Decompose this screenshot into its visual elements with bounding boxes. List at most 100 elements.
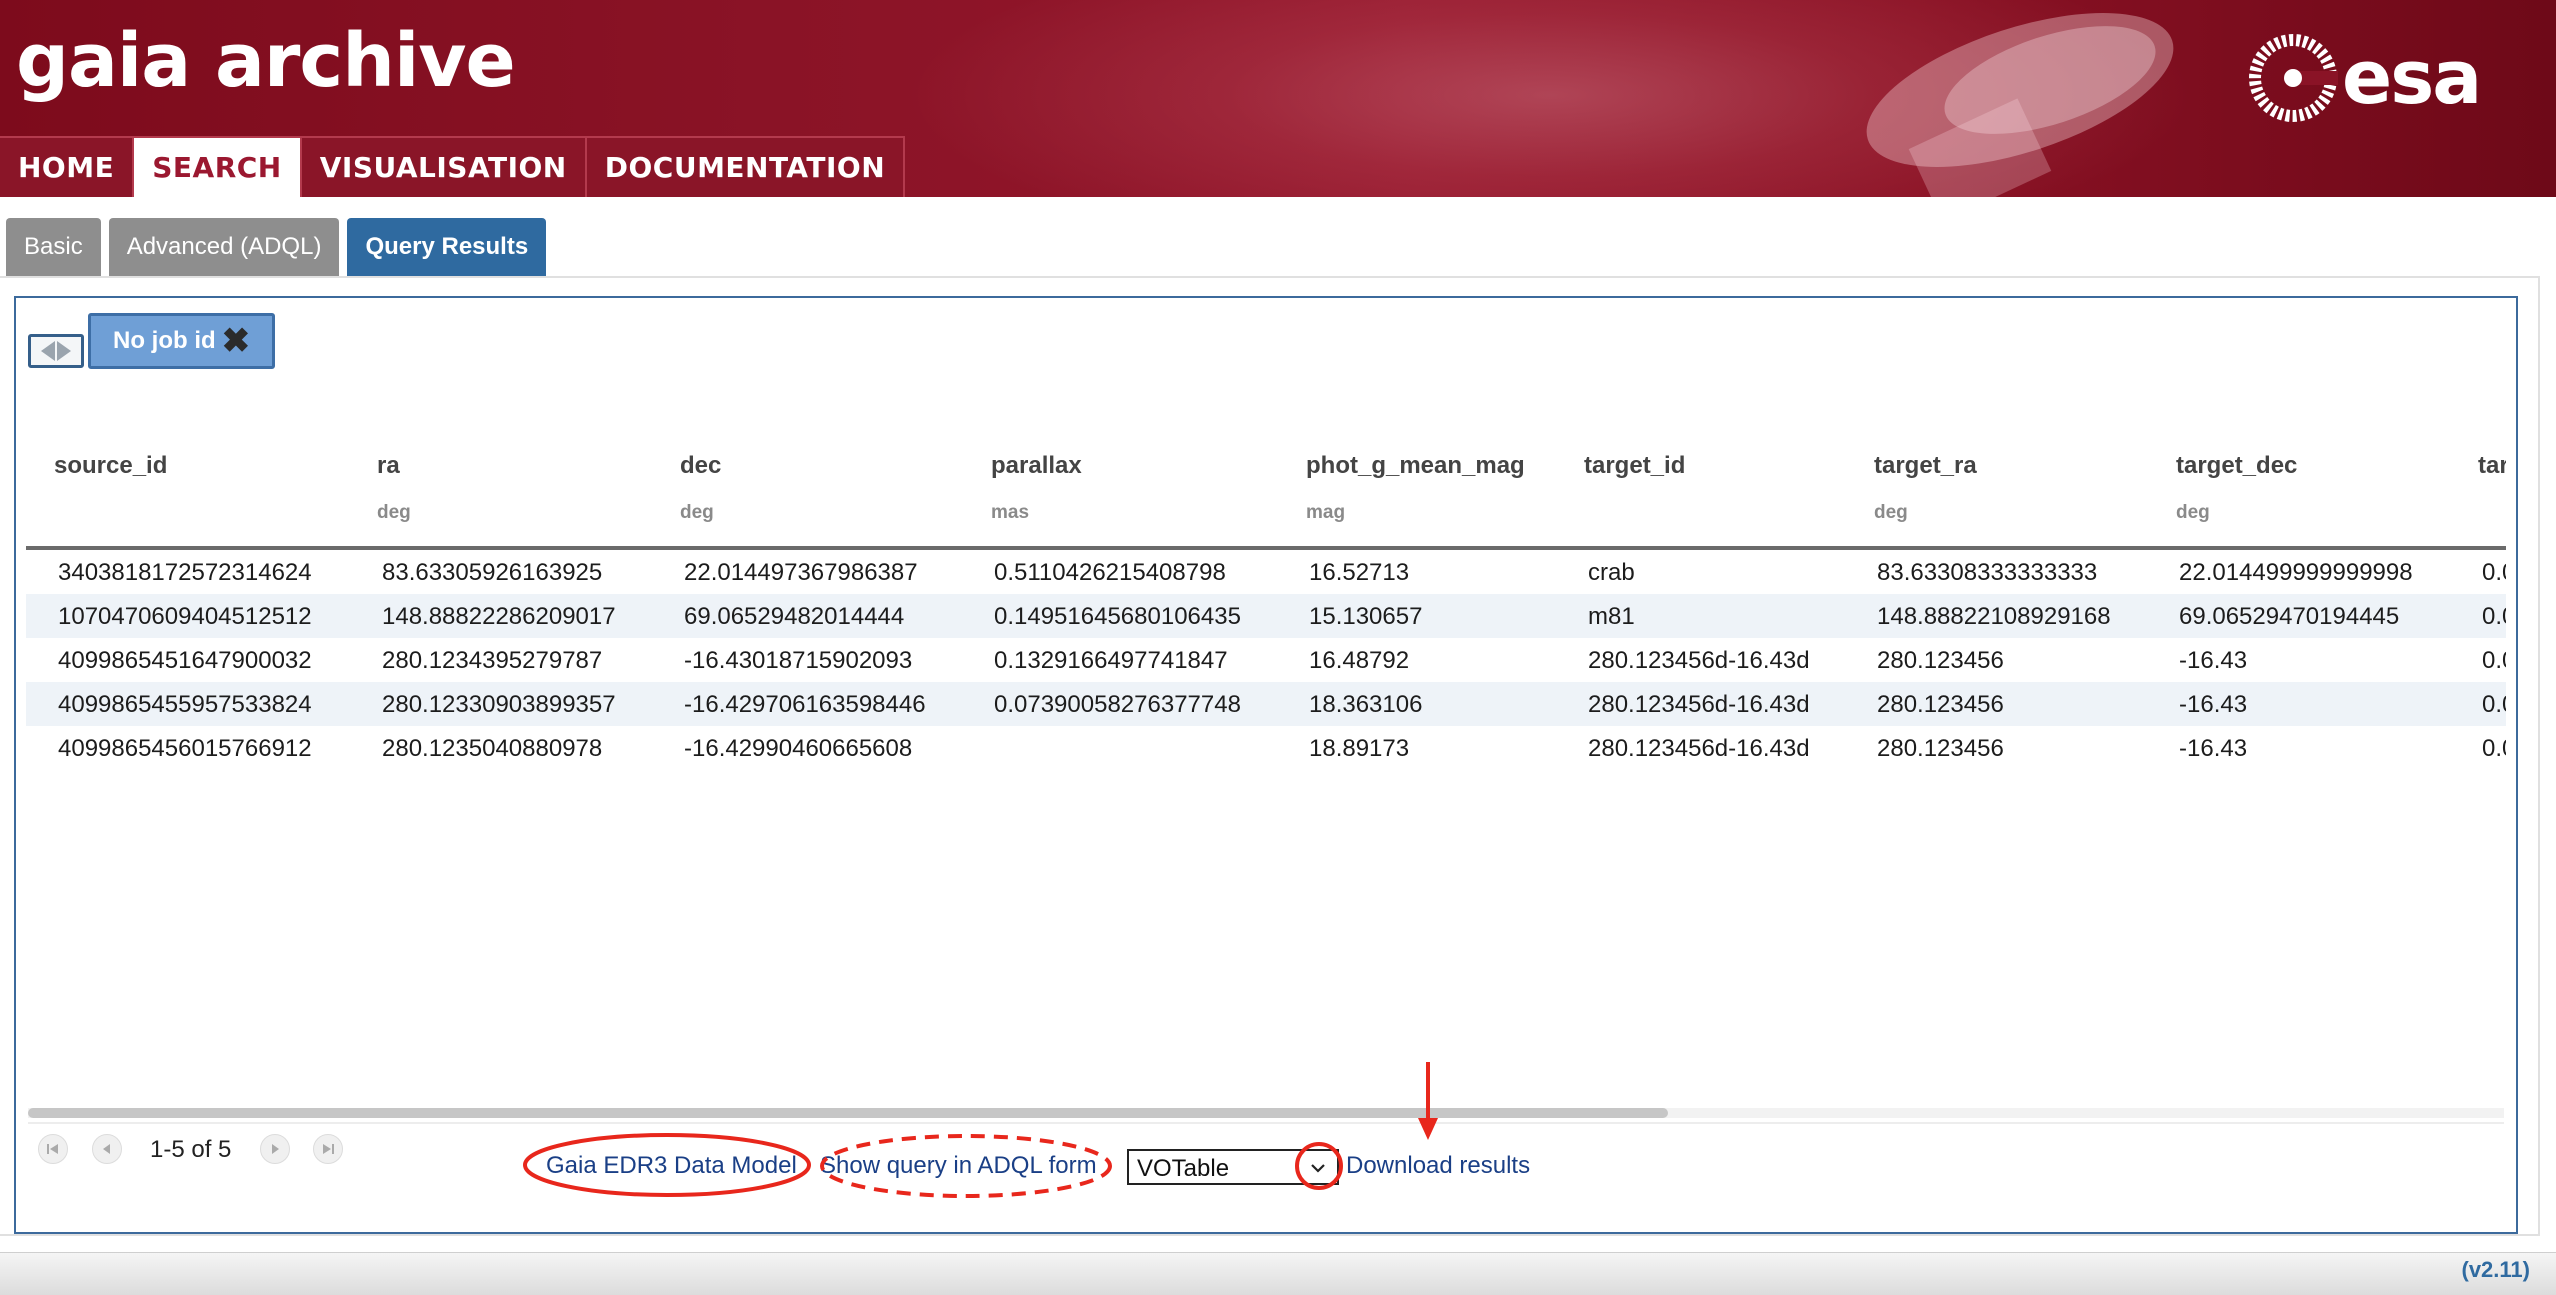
next-page-icon: [272, 1144, 279, 1154]
column-header-parallax[interactable]: parallax mas: [991, 452, 1082, 524]
esa-emblem-icon: [2249, 34, 2338, 122]
footer-bar: [0, 1252, 2556, 1295]
table-cell: 18.89173: [1309, 735, 1410, 762]
table-cell: 280.123456d-16.43d: [1588, 691, 1810, 718]
download-results-link[interactable]: Download results: [1346, 1152, 1530, 1180]
last-page-icon: [323, 1144, 334, 1154]
show-query-adql-link[interactable]: Show query in ADQL form: [820, 1152, 1097, 1180]
table-cell: 22.014497367986387: [684, 559, 918, 586]
table-cell: 0.5110426215408798: [994, 559, 1226, 586]
job-tabs-scroll-control[interactable]: [28, 334, 84, 368]
table-cell: 16.48792: [1309, 647, 1410, 674]
table-cell: -16.43: [2179, 691, 2248, 718]
format-select[interactable]: VOTable: [1127, 1149, 1339, 1185]
tab-query-results[interactable]: Query Results: [347, 218, 547, 276]
column-header-ra[interactable]: ra deg: [377, 452, 411, 524]
esa-text: esa: [2342, 35, 2482, 121]
table-body: 3403818172572314624 83.63305926163925 22.0…: [26, 550, 2506, 770]
column-header-target-ra[interactable]: target_ra deg: [1874, 452, 1977, 524]
table-row[interactable]: 4099865455957533824 280.12330903899357 -16…: [26, 682, 2506, 726]
column-header-target-dec[interactable]: target_dec deg: [2176, 452, 2297, 524]
table-cell: -16.43018715902093: [684, 647, 913, 674]
divider: [28, 1122, 2504, 1124]
table-cell: m81: [1588, 603, 1635, 630]
table-cell: 280.123456: [1877, 691, 2004, 718]
table-row[interactable]: 1070470609404512512 148.88822286209017 69.…: [26, 594, 2506, 638]
chevron-down-icon[interactable]: [1307, 1157, 1329, 1179]
horizontal-scrollbar[interactable]: [28, 1108, 2504, 1118]
table-cell: 0.0: [2482, 735, 2506, 762]
table-cell: crab: [1588, 559, 1635, 586]
column-header-source-id[interactable]: source_id: [54, 452, 167, 502]
nav-home[interactable]: HOME: [0, 136, 135, 197]
table-cell: 15.130657: [1309, 603, 1423, 630]
version-label: (v2.11): [2461, 1257, 2531, 1282]
table-cell: 18.363106: [1309, 691, 1423, 718]
table-cell: 83.63308333333333: [1877, 559, 2098, 586]
search-subtabs: Basic Advanced (ADQL) Query Results: [6, 218, 547, 276]
nav-visualisation[interactable]: VISUALISATION: [301, 136, 587, 197]
gaia-archive-logo[interactable]: gaia archive: [16, 18, 516, 104]
scroll-left-icon[interactable]: [41, 341, 55, 361]
table-cell: 0.07390058276377748: [994, 691, 1241, 718]
tab-basic[interactable]: Basic: [6, 218, 101, 276]
job-tab[interactable]: No job id ✖: [88, 313, 276, 369]
previous-page-button[interactable]: [92, 1134, 122, 1164]
table-cell: 83.63305926163925: [382, 559, 603, 586]
scrollbar-thumb[interactable]: [28, 1108, 1668, 1118]
table-cell: 280.123456d-16.43d: [1588, 647, 1810, 674]
data-model-link[interactable]: Gaia EDR3 Data Model: [546, 1152, 797, 1180]
table-cell: 280.12330903899357: [382, 691, 616, 718]
table-cell: 0.1329166497741847: [994, 647, 1228, 674]
table-cell: 22.014499999999998: [2179, 559, 2413, 586]
table-cell: -16.42990460665608: [684, 735, 913, 762]
job-tab-label: No job id: [113, 327, 216, 354]
table-cell: -16.429706163598446: [684, 691, 926, 718]
table-cell: 0.0: [2482, 603, 2506, 630]
previous-page-icon: [103, 1144, 110, 1154]
esa-logo[interactable]: esa: [2248, 28, 2508, 128]
table-row[interactable]: 3403818172572314624 83.63305926163925 22.0…: [26, 550, 2506, 594]
table-cell: 280.1234395279787: [382, 647, 603, 674]
table-cell: 0.14951645680106435: [994, 603, 1241, 630]
table-cell: -16.43: [2179, 647, 2248, 674]
table-cell: 280.123456d-16.43d: [1588, 735, 1810, 762]
results-table: source_id ra deg dec deg parallax mas phot_…: [26, 440, 2506, 770]
table-row[interactable]: 4099865451647900032 280.1234395279787 -16.…: [26, 638, 2506, 682]
column-header-phot-g-mean-mag[interactable]: phot_g_mean_mag mag: [1306, 452, 1525, 524]
table-cell: 148.88822286209017: [382, 603, 616, 630]
table-cell: 69.06529470194445: [2179, 603, 2400, 630]
main-nav: HOME SEARCH VISUALISATION DOCUMENTATION: [0, 136, 906, 197]
table-cell: 280.123456: [1877, 735, 2004, 762]
table-cell: 3403818172572314624: [58, 559, 312, 586]
table-cell: 16.52713: [1309, 559, 1410, 586]
table-cell: -16.43: [2179, 735, 2248, 762]
table-cell: 0.0: [2482, 691, 2506, 718]
column-header-target-id[interactable]: target_id: [1584, 452, 1685, 502]
table-cell: 4099865456015766912: [58, 735, 312, 762]
last-page-button[interactable]: [313, 1134, 343, 1164]
column-header-truncated[interactable]: tar: [2478, 452, 2506, 502]
table-cell: 148.88822108929168: [1877, 603, 2111, 630]
table-cell: 0.0: [2482, 647, 2506, 674]
table-header: source_id ra deg dec deg parallax mas phot_…: [26, 440, 2506, 550]
close-icon[interactable]: ✖: [222, 324, 251, 358]
header-banner: gaia archive esa HOME SEARCH VISUALISATI…: [0, 0, 2556, 197]
scroll-right-icon[interactable]: [57, 341, 71, 361]
tab-advanced-adql[interactable]: Advanced (ADQL): [108, 218, 340, 276]
first-page-button[interactable]: [38, 1134, 68, 1164]
table-cell: 4099865455957533824: [58, 691, 312, 718]
table-cell: 280.1235040880978: [382, 735, 603, 762]
table-cell: 69.06529482014444: [684, 603, 905, 630]
table-cell: 0.0: [2482, 559, 2506, 586]
nav-documentation[interactable]: DOCUMENTATION: [586, 136, 906, 197]
table-cell: 280.123456: [1877, 647, 2004, 674]
table-cell: 1070470609404512512: [58, 603, 312, 630]
next-page-button[interactable]: [260, 1134, 290, 1164]
format-select-value: VOTable: [1137, 1155, 1230, 1182]
table-cell: 4099865451647900032: [58, 647, 312, 674]
column-header-dec[interactable]: dec deg: [680, 452, 721, 524]
gaia-spacecraft-image: [1866, 13, 2174, 197]
nav-search[interactable]: SEARCH: [134, 136, 302, 197]
table-row[interactable]: 4099865456015766912 280.1235040880978 -16.…: [26, 726, 2506, 770]
